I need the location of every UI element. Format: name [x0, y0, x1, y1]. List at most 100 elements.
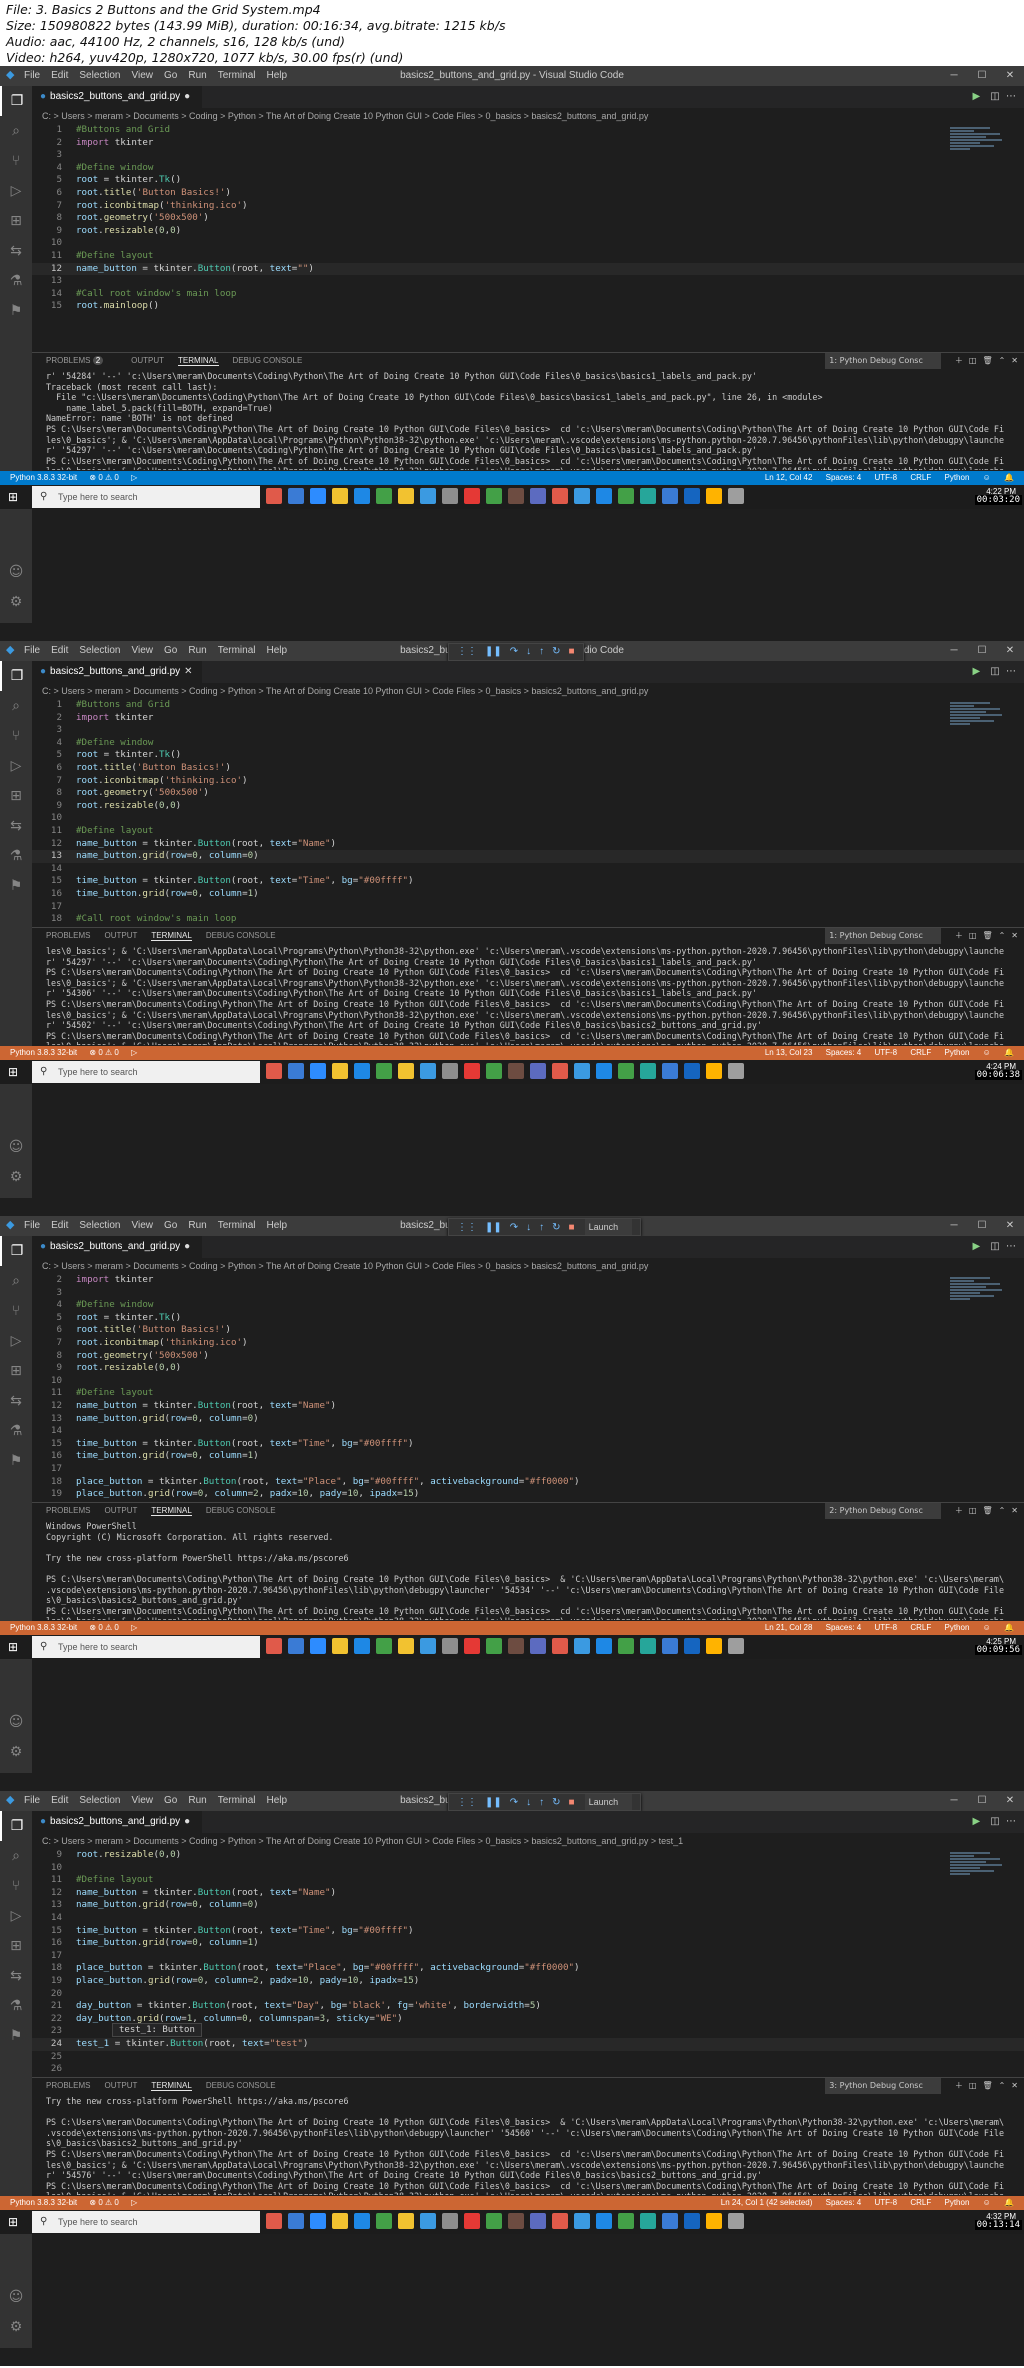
tab-basics2[interactable]: ● basics2_buttons_and_grid.py ✕	[32, 661, 202, 683]
menu-item-run[interactable]: Run	[188, 70, 206, 81]
panel-tab-terminal[interactable]: TERMINAL	[151, 931, 192, 941]
explorer-icon[interactable]: ❐	[0, 86, 32, 116]
taskbar-app-icon[interactable]	[706, 488, 722, 504]
menu-item-help[interactable]: Help	[267, 1220, 288, 1231]
taskbar-app-icon[interactable]	[640, 488, 656, 504]
maximize-icon[interactable]: ☐	[968, 1216, 996, 1236]
split-editor-icon[interactable]: ◫	[990, 1241, 999, 1252]
encoding[interactable]: UTF-8	[874, 2198, 897, 2207]
taskbar-app-icon[interactable]	[684, 488, 700, 504]
code-line[interactable]: 1 #Buttons and Grid	[32, 699, 1024, 712]
menu-item-help[interactable]: Help	[267, 70, 288, 81]
source-control-icon[interactable]: ⑂	[0, 1296, 32, 1326]
test-icon[interactable]: ⚗	[0, 1991, 32, 2021]
gear-icon[interactable]: ⚙	[0, 1737, 32, 1767]
code-line[interactable]: 4 #Define window	[32, 737, 1024, 750]
indentation[interactable]: Spaces: 4	[826, 1623, 862, 1632]
taskbar-app-icon[interactable]	[618, 2213, 634, 2229]
encoding[interactable]: UTF-8	[874, 1623, 897, 1632]
menu-item-selection[interactable]: Selection	[79, 1220, 120, 1231]
indentation[interactable]: Spaces: 4	[826, 2198, 862, 2207]
menu-item-selection[interactable]: Selection	[79, 645, 120, 656]
taskbar-app-icon[interactable]	[728, 1638, 744, 1654]
run-file-icon[interactable]: ▶	[972, 666, 980, 677]
extensions-icon[interactable]: ⊞	[0, 206, 32, 236]
step-over-icon[interactable]: ↷	[510, 1797, 518, 1808]
code-line[interactable]: 16 time_button.grid(row=0, column=1)	[32, 888, 1024, 901]
cursor-position[interactable]: Ln 21, Col 28	[765, 1623, 813, 1632]
taskbar-search-input[interactable]: ⚲ Type here to search	[32, 486, 260, 508]
code-line[interactable]: 3	[32, 149, 1024, 162]
code-line[interactable]: 17	[32, 901, 1024, 914]
code-line[interactable]: 12 name_button = tkinter.Button(root, tex…	[32, 838, 1024, 851]
python-icon[interactable]: ⚑	[0, 2021, 32, 2051]
search-icon[interactable]: ⌕	[0, 1266, 32, 1296]
taskbar-app-icon[interactable]	[486, 2213, 502, 2229]
panel-tab-problems[interactable]: PROBLEMS	[46, 1506, 90, 1515]
split-terminal-icon[interactable]: ◫	[969, 2081, 977, 2090]
taskbar-app-icon[interactable]	[486, 1638, 502, 1654]
trash-icon[interactable]: 🗑	[982, 2081, 992, 2090]
code-line[interactable]: 2 import tkinter	[32, 137, 1024, 150]
taskbar-app-icon[interactable]	[310, 1638, 326, 1654]
test-icon[interactable]: ⚗	[0, 1416, 32, 1446]
panel-tab-problems[interactable]: PROBLEMS	[46, 931, 90, 940]
indentation[interactable]: Spaces: 4	[826, 473, 862, 482]
panel-tab-problems[interactable]: PROBLEMS	[46, 2081, 90, 2090]
bell-icon[interactable]: 🔔	[1004, 1048, 1014, 1057]
taskbar-app-icon[interactable]	[618, 1638, 634, 1654]
line-endings[interactable]: CRLF	[910, 1048, 931, 1057]
taskbar-app-icon[interactable]	[508, 2213, 524, 2229]
taskbar-app-icon[interactable]	[552, 2213, 568, 2229]
taskbar-app-icon[interactable]	[684, 2213, 700, 2229]
more-actions-icon[interactable]: ⋯	[1006, 1816, 1016, 1827]
bell-icon[interactable]: 🔔	[1004, 473, 1014, 482]
new-terminal-icon[interactable]: ＋	[955, 356, 963, 365]
test-icon[interactable]: ⚗	[0, 266, 32, 296]
panel-tab-debug-console[interactable]: DEBUG CONSOLE	[233, 356, 303, 365]
menu-item-file[interactable]: File	[24, 70, 40, 81]
taskbar-app-icon[interactable]	[442, 2213, 458, 2229]
split-editor-icon[interactable]: ◫	[990, 91, 999, 102]
taskbar-app-icon[interactable]	[464, 1063, 480, 1079]
split-editor-icon[interactable]: ◫	[990, 1816, 999, 1827]
pause-icon[interactable]: ❚❚	[485, 1797, 502, 1808]
minimap[interactable]	[950, 701, 1010, 761]
code-line[interactable]: 8 root.geometry('500x500')	[32, 212, 1024, 225]
split-terminal-icon[interactable]: ◫	[969, 356, 977, 365]
remote-icon[interactable]: ⇆	[0, 1961, 32, 1991]
panel-tab-debug-console[interactable]: DEBUG CONSOLE	[206, 931, 276, 940]
taskbar-app-icon[interactable]	[442, 488, 458, 504]
taskbar-app-icon[interactable]	[552, 1063, 568, 1079]
remote-icon[interactable]: ⇆	[0, 236, 32, 266]
search-icon[interactable]: ⌕	[0, 691, 32, 721]
minimap[interactable]	[950, 1276, 1010, 1336]
feedback-icon[interactable]: ☺	[983, 1623, 991, 1632]
restart-icon[interactable]: ↻	[552, 1797, 560, 1808]
tab-basics2[interactable]: ● basics2_buttons_and_grid.py ●	[32, 1811, 202, 1833]
cursor-position[interactable]: Ln 13, Col 23	[765, 1048, 813, 1057]
split-editor-icon[interactable]: ◫	[990, 666, 999, 677]
taskbar-app-icon[interactable]	[266, 488, 282, 504]
code-line[interactable]: 2 import tkinter	[32, 1274, 1024, 1287]
language-mode[interactable]: Python	[944, 473, 969, 482]
code-line[interactable]: 4 #Define window	[32, 162, 1024, 175]
taskbar-app-icon[interactable]	[376, 488, 392, 504]
unsaved-dot-icon[interactable]: ●	[184, 91, 190, 102]
code-line[interactable]: 17	[32, 1463, 1024, 1476]
terminal-select[interactable]: 1: Python Debug Consc	[825, 928, 941, 944]
taskbar-app-icon[interactable]	[640, 1063, 656, 1079]
restart-icon[interactable]: ↻	[552, 646, 560, 657]
new-terminal-icon[interactable]: ＋	[955, 931, 963, 940]
terminal-select[interactable]: 2: Python Debug Consc	[825, 1503, 941, 1519]
terminal-output[interactable]: les\0_basics'; & 'C:\Users\meram\AppData…	[32, 944, 1024, 1045]
menu-item-go[interactable]: Go	[164, 645, 177, 656]
search-icon[interactable]: ⌕	[0, 116, 32, 146]
taskbar-app-icon[interactable]	[596, 2213, 612, 2229]
taskbar-app-icon[interactable]	[354, 1063, 370, 1079]
taskbar-app-icon[interactable]	[310, 2213, 326, 2229]
taskbar-app-icon[interactable]	[420, 1638, 436, 1654]
taskbar-app-icon[interactable]	[310, 1063, 326, 1079]
close-icon[interactable]: ✕	[996, 1791, 1024, 1811]
code-line[interactable]: 2 import tkinter	[32, 712, 1024, 725]
